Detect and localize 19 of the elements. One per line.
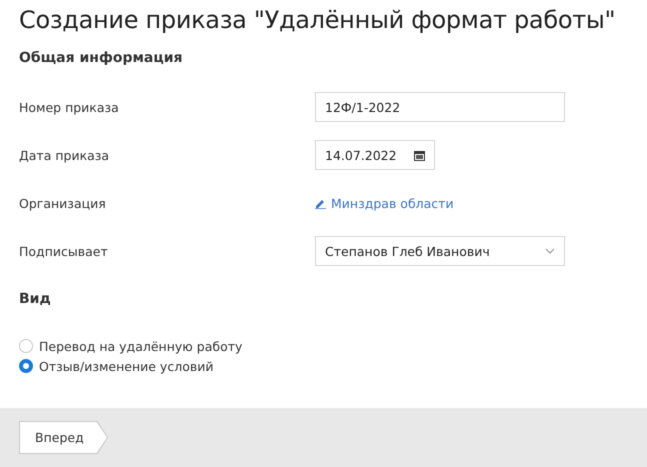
radio-button[interactable] bbox=[19, 359, 33, 373]
pencil-icon bbox=[315, 198, 326, 208]
field-label: Подписывает bbox=[19, 244, 109, 258]
section-heading: Вид bbox=[19, 290, 52, 309]
calendar-icon[interactable] bbox=[414, 150, 425, 160]
signer-select[interactable]: Степанов Глеб Иванович bbox=[315, 236, 565, 266]
order-number-field[interactable]: 12Ф/1-2022 bbox=[315, 92, 565, 122]
radio-button[interactable] bbox=[19, 339, 33, 353]
page-title: Создание приказа "Удалённый формат работы" bbox=[19, 5, 616, 36]
field-label: Дата приказа bbox=[19, 148, 110, 162]
radio-option[interactable]: Перевод на удалённую работу bbox=[19, 336, 628, 356]
section-heading: Общая информация bbox=[19, 49, 184, 68]
chevron-down-icon bbox=[545, 248, 555, 254]
radio-option[interactable]: Отзыв/изменение условий bbox=[19, 356, 628, 376]
organization-link[interactable]: Минздрав области bbox=[315, 196, 454, 210]
date-field[interactable]: 14.07.2022 bbox=[315, 140, 435, 170]
field-label: Организация bbox=[19, 196, 107, 210]
field-label: Номер приказа bbox=[19, 100, 120, 114]
next-button[interactable]: Вперед bbox=[19, 421, 108, 454]
